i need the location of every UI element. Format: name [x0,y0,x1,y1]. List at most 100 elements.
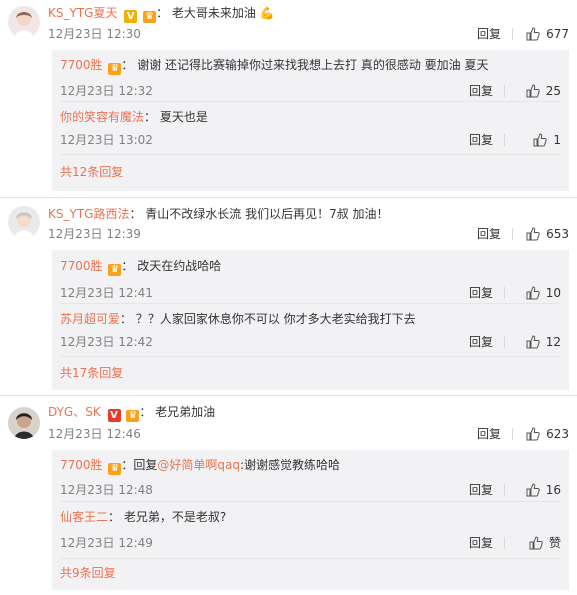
like-count: 677 [546,27,569,41]
view-more-replies-link[interactable]: 共17条回复 [60,364,123,382]
divider [0,197,577,198]
comment-meta: 12月23日 12:49 回复 赞 [60,533,561,553]
reply-button[interactable]: 回复 [469,283,493,303]
comment-text: 谢谢 还记得比赛输掉你过来找我想上去打 真的很感动 要加油 夏天 [137,58,489,72]
comment-username[interactable]: 7700胜 [60,458,103,472]
avatar[interactable] [8,6,40,38]
comment-text: 改天在约战哈哈 [137,259,222,273]
comment-username[interactable]: 你的笑容有魔法 [60,110,144,124]
thumbs-up-icon [529,536,543,550]
flexed-arm-emoji-icon: 💪 [259,6,275,20]
comment-username[interactable]: KS_YTG夏天 [48,6,117,20]
comment-line: 苏月超可爱： ？？人家回家休息你不可以 你才多大老实给我打下去 [60,312,416,326]
crown-badge-icon: ♛ [126,410,140,422]
mention-link[interactable]: @好简单啊qaq [157,458,240,472]
like-button[interactable]: 10 [526,283,561,303]
comment-time: 12月23日 12:39 [48,227,141,241]
comment-line: KS_YTG夏天 V ♛： 老大哥未来加油 💪 [48,6,275,23]
comment-text: 老兄弟，不是老叔? [123,510,227,524]
thumbs-up-icon [533,133,548,147]
comment-meta: 12月23日 12:46 回复 623 [48,424,569,444]
comment-meta: 12月23日 12:30 回复 677 [48,24,569,44]
comment-line: KS_YTG路西法： 青山不改绿水长流 我们以后再见！7叔 加油！ [48,207,389,221]
like-count: 623 [546,427,569,441]
divider [60,303,561,304]
comment-line: 7700胜 ♛： 改天在约战哈哈 [60,259,222,276]
comment-text: 青山不改绿水长流 我们以后再见！7叔 加油！ [145,207,389,221]
comment-username[interactable]: 7700胜 [60,259,103,273]
comment-text: 老大哥未来加油 [171,6,256,20]
divider [504,134,505,146]
comment-meta: 12月23日 12:41 回复 10 [60,283,561,303]
comment-line: DYG、SK V ♛： 老兄弟加油 [48,405,216,422]
like-count: 10 [545,286,561,300]
like-button[interactable]: 赞 [529,533,561,553]
thumbs-up-icon [526,27,540,41]
sub-replies-box: 7700胜 ♛： 改天在约战哈哈 12月23日 12:41 回复 10 苏月超可… [52,250,569,390]
divider [504,85,505,97]
reply-button[interactable]: 回复 [469,130,493,150]
comment-meta: 12月23日 12:32 回复 25 [60,81,561,101]
reply-prefix: 回复 [133,458,158,472]
comment-line: 7700胜 ♛ ：回复@好简单啊qaq:谢谢感觉教练哈哈 [60,458,341,475]
divider [504,537,505,549]
thumbs-up-icon [526,227,540,241]
divider [60,558,561,559]
avatar[interactable] [8,206,40,238]
comment-time: 12月23日 12:48 [60,483,153,497]
comment-line: 7700胜 ♛： 谢谢 还记得比赛输掉你过来找我想上去打 真的很感动 要加油 夏… [60,58,489,75]
reply-button[interactable]: 回复 [477,424,501,444]
comment-username[interactable]: 苏月超可爱 [60,312,120,326]
reply-button[interactable]: 回复 [469,480,493,500]
comment-text: ？？人家回家休息你不可以 你才多大老实给我打下去 [135,312,416,326]
reply-button[interactable]: 回复 [469,533,493,553]
divider [512,228,513,240]
like-button[interactable]: 25 [526,81,561,101]
comment-username[interactable]: 7700胜 [60,58,103,72]
crown-badge-icon: ♛ [108,264,122,276]
reply-button[interactable]: 回复 [477,24,501,44]
view-more-replies-link[interactable]: 共12条回复 [60,163,123,181]
crown-badge-icon: ♛ [108,463,122,475]
comment-username[interactable]: KS_YTG路西法 [48,207,129,221]
divider [60,154,561,155]
view-more-replies-link[interactable]: 共9条回复 [60,564,116,582]
like-button[interactable]: 16 [526,480,561,500]
comment-username[interactable]: DYG、SK [48,405,101,419]
like-count: 1 [553,133,561,147]
divider [504,287,505,299]
avatar-image [8,407,40,439]
reply-button[interactable]: 回复 [477,224,501,244]
like-count: 25 [545,84,561,98]
comment-text: :谢谢感觉教练哈哈 [239,458,341,472]
sub-replies-box: 7700胜 ♛： 谢谢 还记得比赛输掉你过来找我想上去打 真的很感动 要加油 夏… [52,50,569,191]
like-button[interactable]: 677 [526,24,569,44]
comment-time: 12月23日 12:46 [48,427,141,441]
comment-text: 老兄弟加油 [155,405,216,419]
comment-username[interactable]: 仙客王二 [60,510,108,524]
crown-badge-icon: ♛ [108,63,122,75]
like-button[interactable]: 12 [526,332,561,352]
like-button[interactable]: 623 [526,424,569,444]
avatar[interactable] [8,407,40,439]
comment-meta: 12月23日 12:42 回复 12 [60,332,561,352]
divider [60,356,561,357]
verified-v-icon: V [124,10,138,23]
comment-time: 12月23日 13:02 [60,133,153,147]
thumbs-up-icon [526,483,540,497]
comment-meta: 12月23日 12:39 回复 653 [48,224,569,244]
like-button[interactable]: 1 [533,130,561,150]
comment-time: 12月23日 12:49 [60,536,153,550]
thumbs-up-icon [526,286,540,300]
comment-meta: 12月23日 13:02 回复 1 [60,130,561,150]
divider [60,501,561,502]
reply-button[interactable]: 回复 [469,81,493,101]
like-button[interactable]: 653 [526,224,569,244]
thumbs-up-icon [526,335,540,349]
comment-time: 12月23日 12:41 [60,286,153,300]
like-count: 12 [545,335,561,349]
reply-button[interactable]: 回复 [469,332,493,352]
like-count: 16 [545,483,561,497]
comment-time: 12月23日 12:32 [60,84,153,98]
avatar-image [8,206,40,238]
